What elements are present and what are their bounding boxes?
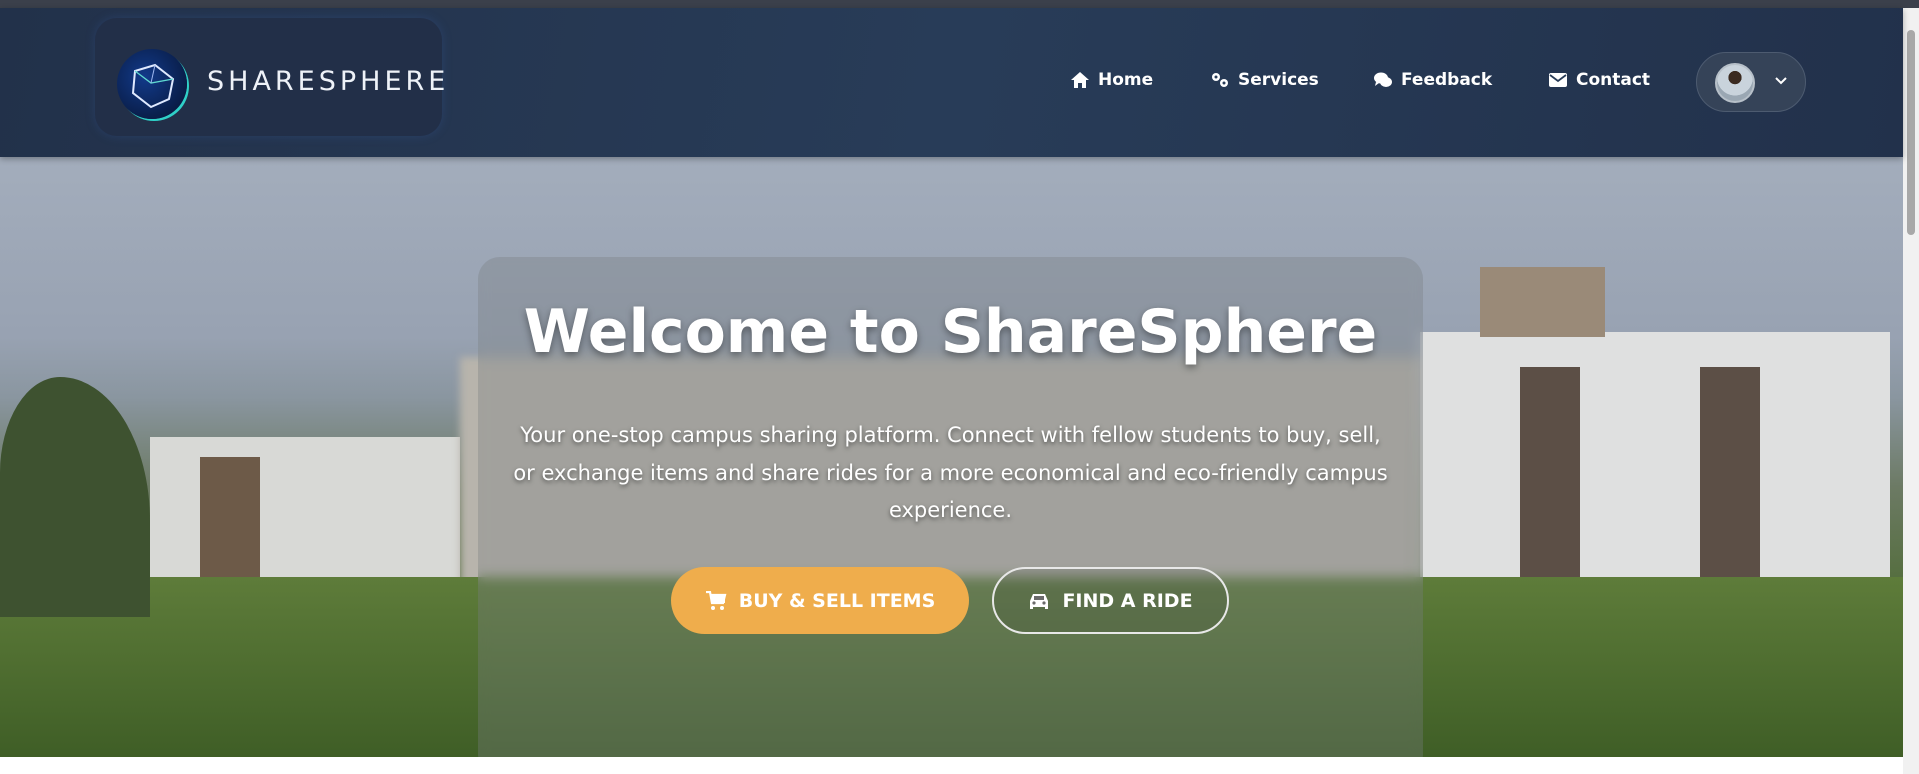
nav-feedback[interactable]: Feedback — [1373, 70, 1492, 90]
profile-menu-button[interactable] — [1696, 52, 1806, 112]
car-icon — [1030, 593, 1049, 609]
hero-title: Welcome to ShareSphere — [523, 297, 1378, 367]
hero-card: Welcome to ShareSphere Your one-stop cam… — [478, 257, 1423, 757]
browser-top-bar — [0, 0, 1919, 8]
nav-feedback-label: Feedback — [1401, 70, 1493, 90]
brand-logo[interactable]: SHARESPHERE — [95, 18, 445, 136]
hero-description: Your one-stop campus sharing platform. C… — [513, 423, 1388, 522]
hero-section: Welcome to ShareSphere Your one-stop cam… — [0, 157, 1903, 757]
comments-icon — [1374, 72, 1392, 87]
shopping-cart-icon — [705, 590, 727, 610]
page-scrollbar[interactable] — [1903, 8, 1919, 774]
cogs-icon — [1212, 73, 1228, 87]
nav-home-label: Home — [1098, 70, 1154, 90]
navbar: SHARESPHERE Home Services Feedback Conta… — [0, 8, 1903, 157]
home-icon — [1071, 72, 1089, 88]
avatar — [1715, 63, 1755, 103]
nav-contact-label: Contact — [1576, 70, 1651, 90]
envelope-icon — [1549, 73, 1567, 87]
sphere-logo-icon — [117, 49, 187, 119]
buy-sell-label: BUY & SELL ITEMS — [738, 589, 936, 612]
scrollbar-thumb[interactable] — [1907, 30, 1915, 235]
chevron-down-icon — [1775, 77, 1787, 85]
nav-services-label: Services — [1238, 70, 1319, 90]
nav-services[interactable]: Services — [1210, 70, 1319, 90]
find-a-ride-button[interactable]: FIND A RIDE — [992, 567, 1229, 634]
nav-home[interactable]: Home — [1070, 70, 1153, 90]
brand-name: SHARESPHERE — [207, 66, 450, 97]
find-ride-label: FIND A RIDE — [1062, 589, 1193, 612]
nav-contact[interactable]: Contact — [1548, 70, 1650, 90]
buy-sell-items-button[interactable]: BUY & SELL ITEMS — [671, 567, 969, 634]
